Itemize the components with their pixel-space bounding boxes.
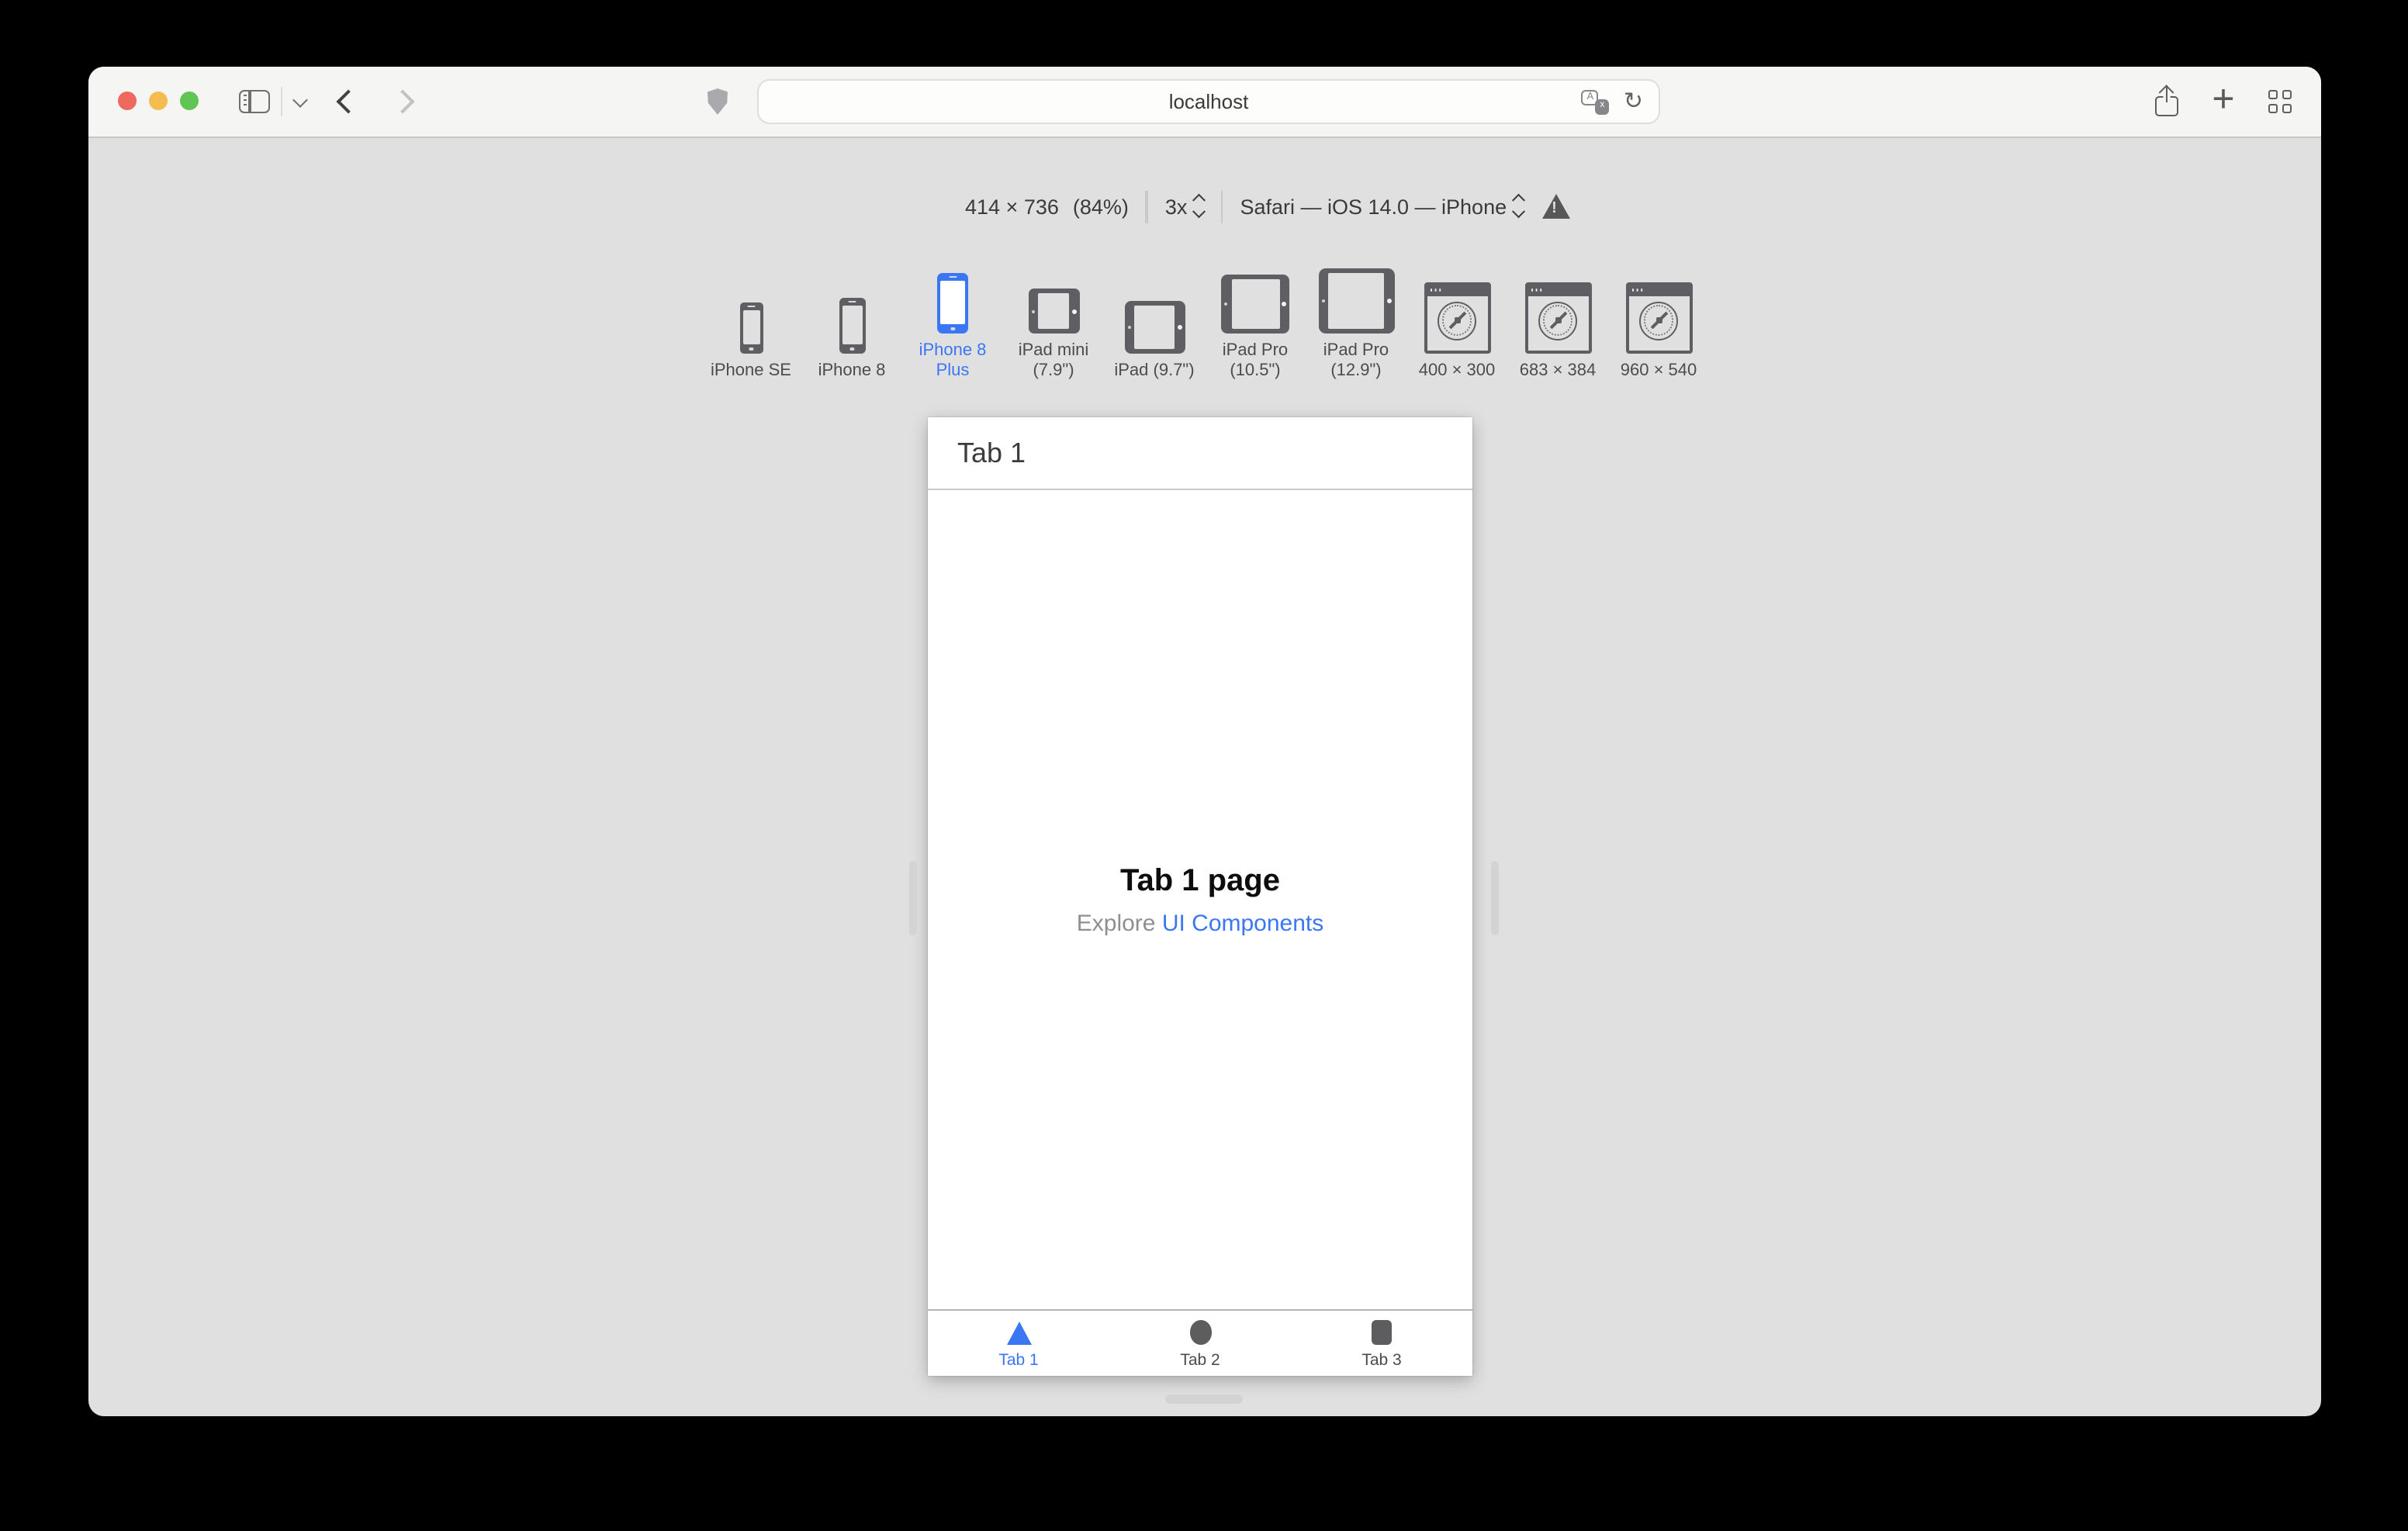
device-preset-label: iPhone 8 <box>818 361 886 380</box>
zoom-window-button[interactable] <box>180 92 199 110</box>
ipad-landscape-icon <box>1028 289 1079 334</box>
address-bar-url[interactable]: localhost <box>1169 90 1249 113</box>
subtitle-text: Explore <box>1076 910 1162 936</box>
resize-handle-right[interactable] <box>1491 861 1499 935</box>
translate-bubble-x: x <box>1594 99 1610 114</box>
stepper-icon[interactable] <box>1512 194 1525 219</box>
device-strip: iPhone SE iPhone 8 iPhone 8 Plus iPad mini … <box>88 253 2321 382</box>
close-window-button[interactable] <box>118 92 137 110</box>
app-tab-label: Tab 2 <box>1180 1350 1220 1370</box>
device-icon-box <box>739 273 763 354</box>
privacy-shield-icon[interactable] <box>708 88 728 115</box>
app-tab-tab-1[interactable]: Tab 1 <box>928 1311 1109 1376</box>
device-preset-ipad-pro-10-5[interactable]: iPad Pro (10.5") <box>1209 253 1302 382</box>
rdm-divider <box>1145 190 1148 223</box>
device-preset-label: 400 × 300 <box>1418 361 1496 380</box>
share-icon[interactable] <box>2155 84 2178 116</box>
device-preset-label: iPad Pro (12.9") <box>1323 341 1389 380</box>
rdm-divider <box>1220 190 1223 223</box>
toolbar-divider <box>281 87 282 116</box>
zoom-percent-label: (84%) <box>1072 195 1129 218</box>
device-icon-box <box>937 253 968 334</box>
device-preset-683-384[interactable]: 683 × 384 <box>1511 273 1604 382</box>
back-button[interactable] <box>336 89 361 114</box>
device-preset-label: 960 × 540 <box>1620 361 1697 380</box>
browser-window-icon <box>1625 282 1692 354</box>
resize-handle-bottom[interactable] <box>1165 1394 1243 1404</box>
ui-components-link[interactable]: UI Components <box>1162 910 1323 936</box>
device-preset-label: iPad mini (7.9") <box>1018 341 1089 380</box>
ipad-landscape-icon <box>1124 301 1185 354</box>
ipad-landscape-icon <box>1318 268 1394 334</box>
device-icon-box <box>1124 273 1185 354</box>
device-preset-ipad-mini-7-9[interactable]: iPad mini (7.9") <box>1007 253 1100 382</box>
rdm-toolbar: 414 × 736 (84%) 3x Safari — iOS 14.0 — i… <box>965 189 1570 223</box>
square-icon <box>1371 1320 1393 1345</box>
device-preset-label: iPad Pro (10.5") <box>1222 341 1289 380</box>
device-preset-label: 683 × 384 <box>1519 361 1597 380</box>
forward-button <box>390 89 415 114</box>
viewport-size-label: 414 × 736 <box>965 195 1059 218</box>
app-tab-label: Tab 3 <box>1361 1350 1402 1370</box>
app-tab-label: Tab 1 <box>998 1350 1039 1369</box>
iphone-portrait-icon <box>739 302 763 354</box>
stepper-icon[interactable] <box>1193 194 1206 219</box>
safari-window: localhost A x ↻ + 414 × 736 (84%) 3x Saf… <box>88 67 2321 1416</box>
app-tab-tab-2[interactable]: Tab 2 <box>1109 1311 1291 1376</box>
browser-window-icon <box>1524 282 1591 354</box>
app-tab-tab-3[interactable]: Tab 3 <box>1291 1311 1472 1376</box>
reload-icon[interactable]: ↻ <box>1624 88 1643 114</box>
screen: localhost A x ↻ + 414 × 736 (84%) 3x Saf… <box>0 0 2408 1531</box>
browser-window-icon <box>1424 282 1490 354</box>
device-preset-label: iPhone SE <box>711 361 791 380</box>
phone-viewport: Tab 1 Tab 1 page Explore UI Components T… <box>928 417 1472 1376</box>
device-preset-ipad-9-7[interactable]: iPad (9.7") <box>1108 273 1201 382</box>
device-icon-box <box>1318 253 1394 334</box>
device-preset-iphone-se[interactable]: iPhone SE <box>704 273 797 382</box>
device-preset-iphone-8[interactable]: iPhone 8 <box>805 273 898 382</box>
app-tab-bar: Tab 1 Tab 2 Tab 3 <box>928 1309 1472 1376</box>
device-preset-960-540[interactable]: 960 × 540 <box>1612 273 1705 382</box>
address-bar[interactable]: localhost A x ↻ <box>757 79 1660 124</box>
app-header: Tab 1 <box>928 417 1472 490</box>
device-icon-box <box>1221 253 1289 334</box>
warning-icon[interactable] <box>1541 194 1570 219</box>
device-icon-box <box>1625 273 1692 354</box>
device-icon-box <box>839 273 865 354</box>
iphone-portrait-icon <box>937 273 968 334</box>
app-content: Tab 1 page Explore UI Components <box>928 490 1472 1309</box>
device-icon-box <box>1424 273 1490 354</box>
ipad-landscape-icon <box>1221 275 1289 334</box>
new-tab-button[interactable]: + <box>2205 78 2242 124</box>
iphone-portrait-icon <box>839 298 865 354</box>
address-bar-icons: A x ↻ <box>1581 81 1643 123</box>
device-preset-iphone-8-plus[interactable]: iPhone 8 Plus <box>906 253 999 382</box>
tab-overview-icon[interactable] <box>2268 90 2291 112</box>
device-preset-label: iPhone 8 Plus <box>919 341 987 380</box>
page-subtitle: Explore UI Components <box>1077 910 1324 936</box>
sidebar-toggle-icon[interactable] <box>239 90 270 113</box>
device-preset-label: iPad (9.7") <box>1114 361 1195 380</box>
resize-handle-left[interactable] <box>909 861 917 935</box>
app-header-title: Tab 1 <box>957 437 1026 468</box>
chevron-down-icon[interactable] <box>292 92 308 108</box>
device-icon-box <box>1028 253 1079 334</box>
circle-icon <box>1189 1320 1211 1345</box>
device-preset-ipad-pro-12-9[interactable]: iPad Pro (12.9") <box>1310 253 1403 382</box>
user-agent-select[interactable]: Safari — iOS 14.0 — iPhone <box>1240 195 1507 218</box>
page-title: Tab 1 page <box>1120 863 1280 897</box>
device-icon-box <box>1524 273 1591 354</box>
minimize-window-button[interactable] <box>149 92 168 110</box>
device-preset-400-300[interactable]: 400 × 300 <box>1410 273 1503 382</box>
pixel-ratio-select[interactable]: 3x <box>1165 195 1188 218</box>
translate-icon[interactable]: A x <box>1581 89 1610 114</box>
triangle-icon <box>1006 1321 1031 1344</box>
browser-toolbar: localhost A x ↻ + <box>88 67 2321 138</box>
